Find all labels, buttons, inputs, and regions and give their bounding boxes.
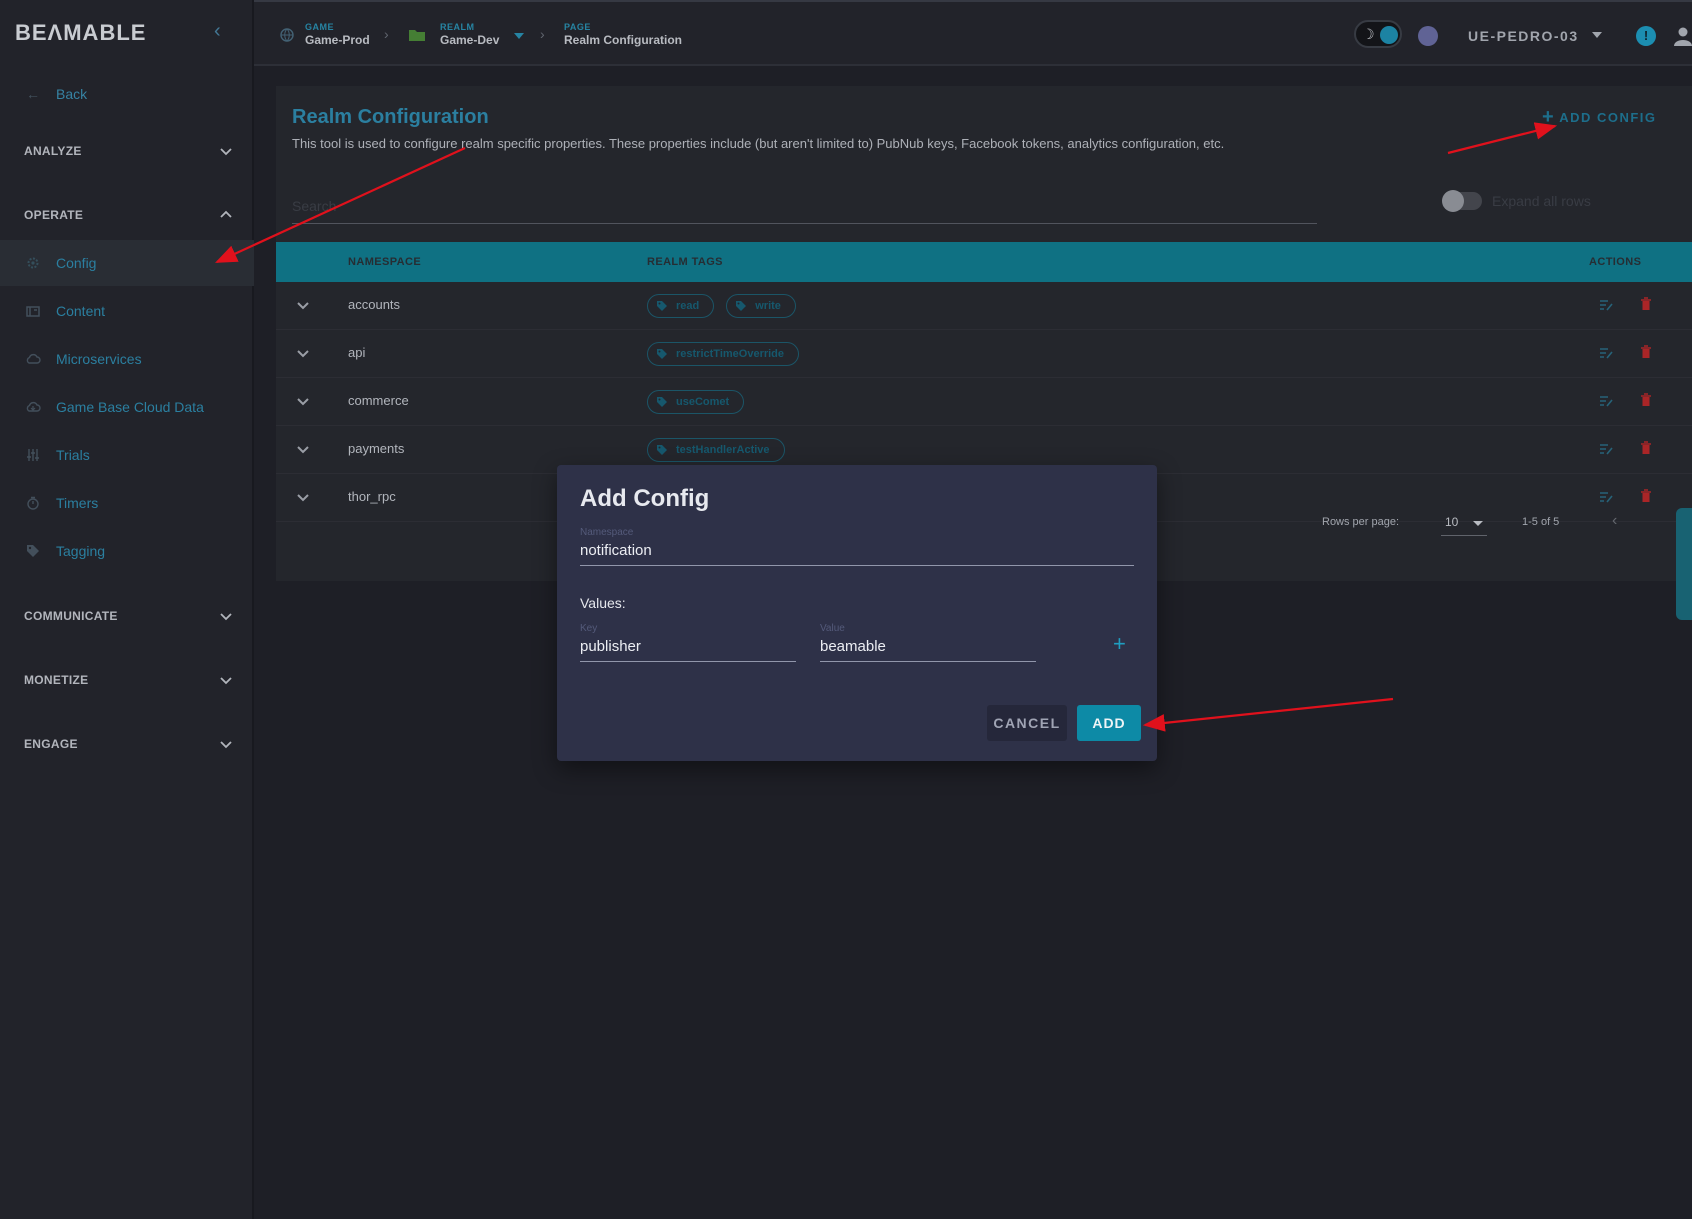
- page-root: BEΛMABLE ‹ ← Back ANALYZE OPERATE Config…: [0, 0, 1692, 1219]
- namespace-input[interactable]: notification: [580, 542, 1134, 566]
- namespace-field-label: Namespace: [580, 527, 634, 538]
- key-field-label: Key: [580, 623, 598, 634]
- add-config-dialog: Add Config Namespace notification Values…: [557, 465, 1157, 761]
- key-field[interactable]: Key publisher: [580, 623, 796, 662]
- value-field-label: Value: [820, 623, 845, 634]
- values-label: Values:: [580, 595, 626, 611]
- value-input[interactable]: beamable: [820, 638, 1036, 662]
- add-button[interactable]: ADD: [1077, 705, 1141, 741]
- cancel-button[interactable]: CANCEL: [987, 705, 1067, 741]
- add-value-plus-icon[interactable]: +: [1113, 631, 1126, 657]
- namespace-field[interactable]: Namespace notification: [580, 527, 1134, 566]
- key-input[interactable]: publisher: [580, 638, 796, 662]
- dialog-title: Add Config: [580, 485, 710, 512]
- value-field[interactable]: Value beamable: [820, 623, 1036, 662]
